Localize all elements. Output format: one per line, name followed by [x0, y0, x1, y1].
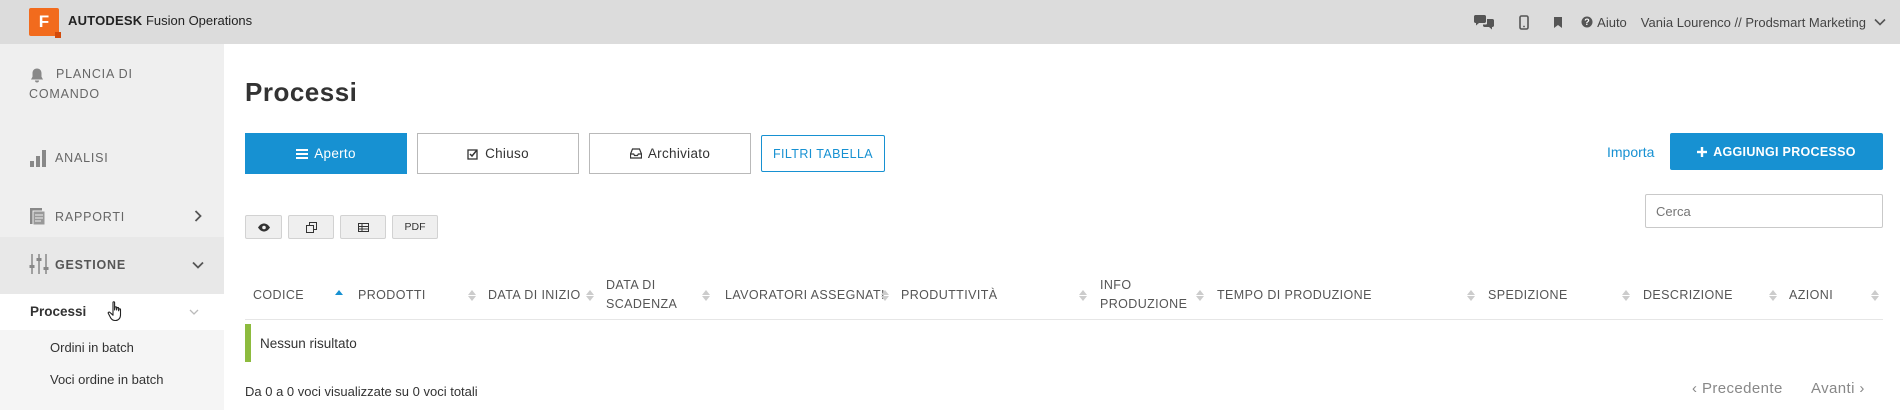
- brand-rest: Fusion Operations: [145, 13, 253, 28]
- table-info: Da 0 a 0 voci visualizzate su 0 voci tot…: [245, 384, 478, 399]
- page-title: Processi: [245, 77, 358, 107]
- chevron-down-icon: [189, 309, 199, 315]
- sort-asc-icon[interactable]: [335, 270, 343, 320]
- plus-icon: [1697, 146, 1708, 157]
- chevron-right-icon: [194, 210, 202, 222]
- sort-icon[interactable]: [468, 270, 476, 320]
- sort-icon[interactable]: [1196, 270, 1204, 320]
- help-link[interactable]: ? Aiuto: [1575, 15, 1641, 30]
- column-start-date[interactable]: DATA DI INIZIO: [488, 270, 581, 320]
- next-page-button[interactable]: Avanti ›: [1811, 380, 1865, 397]
- brand-name[interactable]: AUTODESK Fusion Operations: [68, 13, 252, 28]
- column-production-time[interactable]: TEMPO DI PRODUZIONE: [1217, 270, 1372, 320]
- sidebar-item-dashboard[interactable]: PLANCIA DI COMANDO: [0, 58, 224, 118]
- visibility-button[interactable]: [245, 215, 282, 239]
- sidebar-submenu: Ordini in batch Voci ordine in batch: [0, 330, 224, 410]
- sort-icon[interactable]: [1467, 270, 1475, 320]
- hand-cursor-icon: [107, 300, 125, 327]
- main-content: Processi Aperto Chiuso Archiviato FILTRI…: [224, 44, 1900, 410]
- copy-icon: [305, 221, 317, 233]
- user-label: Vania Lourenco // Prodsmart Marketing: [1640, 14, 1866, 30]
- column-due-date[interactable]: DATA DI SCADENZA: [606, 270, 677, 320]
- bookmark-icon[interactable]: [1541, 0, 1575, 44]
- empty-table-message: Nessun risultato: [245, 324, 1883, 362]
- sort-icon[interactable]: [586, 270, 594, 320]
- sidebar-subitem-batch-orders[interactable]: Ordini in batch: [50, 340, 134, 355]
- pdf-button[interactable]: PDF: [392, 215, 438, 239]
- sidebar-item-management[interactable]: GESTIONE: [0, 237, 224, 294]
- column-production-info[interactable]: INFO PRODUZIONE: [1100, 270, 1187, 320]
- question-icon: ?: [1581, 16, 1593, 28]
- sidebar-subitem-processes[interactable]: Processi: [0, 294, 224, 330]
- tab-label: Chiuso: [485, 146, 529, 161]
- sliders-icon: [29, 254, 49, 274]
- sort-icon[interactable]: [1769, 270, 1777, 320]
- sidebar: PLANCIA DI COMANDO ANALISI RAPPORTI GEST…: [0, 44, 224, 410]
- column-actions[interactable]: AZIONI: [1789, 270, 1833, 320]
- sort-icon[interactable]: [702, 270, 710, 320]
- mobile-icon[interactable]: [1507, 0, 1541, 44]
- tab-label: Aperto: [314, 146, 356, 161]
- tab-label: Archiviato: [647, 146, 711, 161]
- report-icon: [30, 208, 46, 226]
- sidebar-subitem-label: Processi: [30, 304, 87, 319]
- sort-icon[interactable]: [1871, 270, 1879, 320]
- table-filters-button[interactable]: FILTRI TABELLA: [761, 135, 885, 172]
- add-process-button[interactable]: AGGIUNGI PROCESSO: [1670, 133, 1883, 170]
- sidebar-item-analytics[interactable]: ANALISI: [0, 139, 224, 179]
- sidebar-item-label: PLANCIA DI: [56, 67, 133, 81]
- sidebar-item-label: COMANDO: [29, 87, 100, 101]
- search-input[interactable]: [1645, 194, 1883, 228]
- table-icon: [357, 222, 369, 232]
- sort-icon[interactable]: [881, 270, 889, 320]
- bar-chart-icon: [30, 150, 46, 167]
- user-menu[interactable]: Vania Lourenco // Prodsmart Marketing: [1641, 15, 1886, 30]
- chevron-down-icon: [1874, 18, 1886, 26]
- copy-button[interactable]: [288, 215, 334, 239]
- list-icon: [296, 148, 309, 159]
- inbox-icon: [629, 148, 642, 159]
- csv-button[interactable]: [340, 215, 386, 239]
- column-shipping[interactable]: SPEDIZIONE: [1488, 270, 1568, 320]
- top-bar: F AUTODESK Fusion Operations ? Aiuto Van…: [0, 0, 1900, 44]
- tab-archived[interactable]: Archiviato: [589, 133, 751, 174]
- tab-open[interactable]: Aperto: [245, 133, 407, 174]
- help-label: Aiuto: [1597, 14, 1627, 30]
- top-right-menu: ? Aiuto Vania Lourenco // Prodsmart Mark…: [1461, 0, 1886, 44]
- sidebar-item-label: RAPPORTI: [55, 210, 126, 224]
- column-assigned-workers[interactable]: LAVORATORI ASSEGNATI: [725, 270, 885, 320]
- chat-icon[interactable]: [1461, 0, 1507, 44]
- brand-bold: AUTODESK: [68, 13, 143, 28]
- column-productivity[interactable]: PRODUTTIVITÀ: [901, 270, 997, 320]
- eye-icon: [257, 223, 270, 231]
- check-square-icon: [467, 148, 478, 160]
- tab-closed[interactable]: Chiuso: [417, 133, 579, 174]
- add-process-label: AGGIUNGI PROCESSO: [1713, 144, 1856, 159]
- sort-icon[interactable]: [1622, 270, 1630, 320]
- column-code[interactable]: CODICE: [253, 270, 304, 320]
- chevron-down-icon: [192, 261, 204, 269]
- table-header: CODICE PRODOTTI DATA DI INIZIO DATA DI SC…: [245, 270, 1883, 320]
- column-description[interactable]: DESCRIZIONE: [1643, 270, 1733, 320]
- sidebar-item-label: GESTIONE: [55, 258, 126, 272]
- svg-text:?: ?: [1584, 17, 1590, 27]
- sidebar-item-label: ANALISI: [55, 151, 109, 165]
- column-products[interactable]: PRODOTTI: [358, 270, 426, 320]
- sidebar-item-reports[interactable]: RAPPORTI: [0, 196, 224, 236]
- bell-icon: [31, 68, 43, 83]
- import-link[interactable]: Importa: [1607, 144, 1654, 160]
- previous-page-button[interactable]: ‹ Precedente: [1692, 380, 1783, 397]
- sidebar-subitem-batch-order-items[interactable]: Voci ordine in batch: [50, 372, 163, 387]
- fusion-logo-icon[interactable]: F: [29, 8, 61, 38]
- sort-icon[interactable]: [1079, 270, 1087, 320]
